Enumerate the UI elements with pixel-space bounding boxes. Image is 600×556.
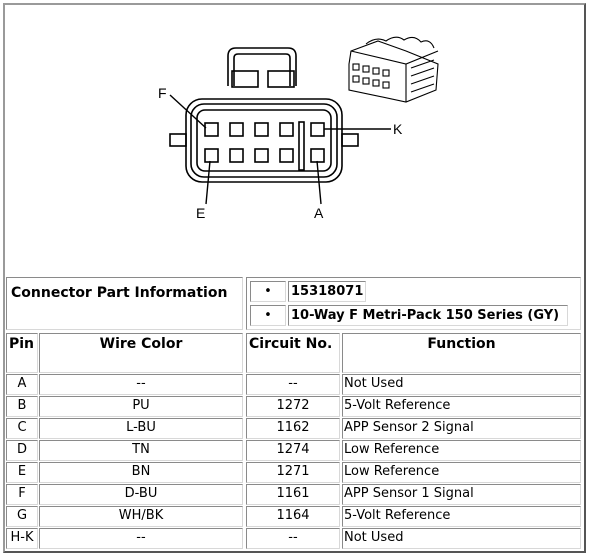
wire-color-cell: TN (39, 440, 243, 461)
circuit-value: 1164 (276, 508, 310, 523)
header-pin-label: Pin (9, 336, 35, 352)
pin-value: F (18, 486, 26, 501)
pin-label-f: F (158, 85, 167, 101)
function-value: 5-Volt Reference (344, 508, 451, 523)
pin-cell: C (6, 418, 38, 439)
wire-color-value: TN (132, 442, 150, 457)
connector-part-info-values-cell: • 15318071 • 10-Way F Metri-Pack 150 Ser… (246, 277, 581, 330)
function-value: 5-Volt Reference (344, 398, 451, 413)
header-pin: Pin (6, 333, 38, 373)
circuit-value: 1272 (276, 398, 310, 413)
circuit-cell: 1272 (246, 396, 340, 417)
circuit-cell: 1271 (246, 462, 340, 483)
function-cell: APP Sensor 1 Signal (342, 484, 581, 505)
wire-color-value: PU (132, 398, 150, 413)
function-cell: Not Used (342, 528, 581, 549)
function-cell: Not Used (342, 374, 581, 395)
header-circuit-label: Circuit No. (249, 336, 333, 352)
wire-color-value: D-BU (124, 486, 158, 501)
wire-color-value: L-BU (126, 420, 156, 435)
circuit-cell: 1162 (246, 418, 340, 439)
circuit-cell: 1164 (246, 506, 340, 527)
pin-cell: H-K (6, 528, 38, 549)
pin-cell: G (6, 506, 38, 527)
pin-cell: D (6, 440, 38, 461)
connector-end-view-drawing: F K E A (158, 36, 439, 221)
function-cell: APP Sensor 2 Signal (342, 418, 581, 439)
header-wire-color: Wire Color (39, 333, 243, 373)
connector-description: 10-Way F Metri-Pack 150 Series (GY) (291, 308, 560, 323)
header-function: Function (342, 333, 581, 373)
circuit-value: 1274 (276, 442, 310, 457)
wire-color-cell: -- (39, 374, 243, 395)
function-cell: Low Reference (342, 462, 581, 483)
bullet-cell: • (250, 281, 286, 302)
circuit-value: -- (288, 530, 298, 545)
pin-label-a: A (314, 205, 324, 221)
bullet-cell: • (250, 305, 286, 326)
pin-cell: F (6, 484, 38, 505)
connector-part-info-label-cell: Connector Part Information (6, 277, 243, 330)
wire-color-cell: -- (39, 528, 243, 549)
function-value: Not Used (344, 376, 404, 391)
bullet: • (264, 308, 272, 323)
header-wire-color-label: Wire Color (99, 336, 183, 352)
function-value: Not Used (344, 530, 404, 545)
pin-value: E (17, 464, 27, 479)
part-number-cell: 15318071 (288, 281, 366, 302)
wire-color-value: -- (136, 376, 146, 391)
wire-color-cell: D-BU (39, 484, 243, 505)
pin-value: G (16, 508, 28, 523)
pin-value: C (17, 420, 27, 435)
wire-color-cell: L-BU (39, 418, 243, 439)
pin-cell: A (6, 374, 38, 395)
circuit-value: 1271 (276, 464, 310, 479)
connector-description-cell: 10-Way F Metri-Pack 150 Series (GY) (288, 305, 568, 326)
function-value: APP Sensor 2 Signal (344, 420, 474, 435)
pin-value: A (17, 376, 27, 391)
function-value: APP Sensor 1 Signal (344, 486, 474, 501)
circuit-value: 1161 (276, 486, 310, 501)
function-cell: 5-Volt Reference (342, 396, 581, 417)
pin-value: D (16, 442, 27, 457)
connector-isometric-view (348, 36, 439, 103)
pin-cell: B (6, 396, 38, 417)
circuit-value: 1162 (276, 420, 310, 435)
circuit-cell: -- (246, 374, 340, 395)
connector-diagram: F K E A (6, 6, 581, 274)
pin-cell: E (6, 462, 38, 483)
pin-label-e: E (196, 205, 205, 221)
circuit-value: -- (288, 376, 298, 391)
connector-face (169, 47, 359, 183)
function-value: Low Reference (344, 464, 440, 479)
circuit-cell: 1274 (246, 440, 340, 461)
connector-part-info-label: Connector Part Information (11, 285, 228, 301)
pin-label-k: K (393, 121, 403, 137)
wire-color-value: BN (131, 464, 151, 479)
wire-color-cell: WH/BK (39, 506, 243, 527)
pin-value: H-K (10, 530, 34, 545)
wire-color-cell: PU (39, 396, 243, 417)
function-value: Low Reference (344, 442, 440, 457)
function-cell: Low Reference (342, 440, 581, 461)
part-number: 15318071 (291, 284, 364, 299)
circuit-cell: 1161 (246, 484, 340, 505)
header-circuit: Circuit No. (246, 333, 340, 373)
bullet: • (264, 284, 272, 299)
wire-color-value: -- (136, 530, 146, 545)
function-cell: 5-Volt Reference (342, 506, 581, 527)
wire-color-cell: BN (39, 462, 243, 483)
circuit-cell: -- (246, 528, 340, 549)
header-function-label: Function (427, 336, 496, 352)
wire-color-value: WH/BK (118, 508, 164, 523)
pin-value: B (17, 398, 27, 413)
